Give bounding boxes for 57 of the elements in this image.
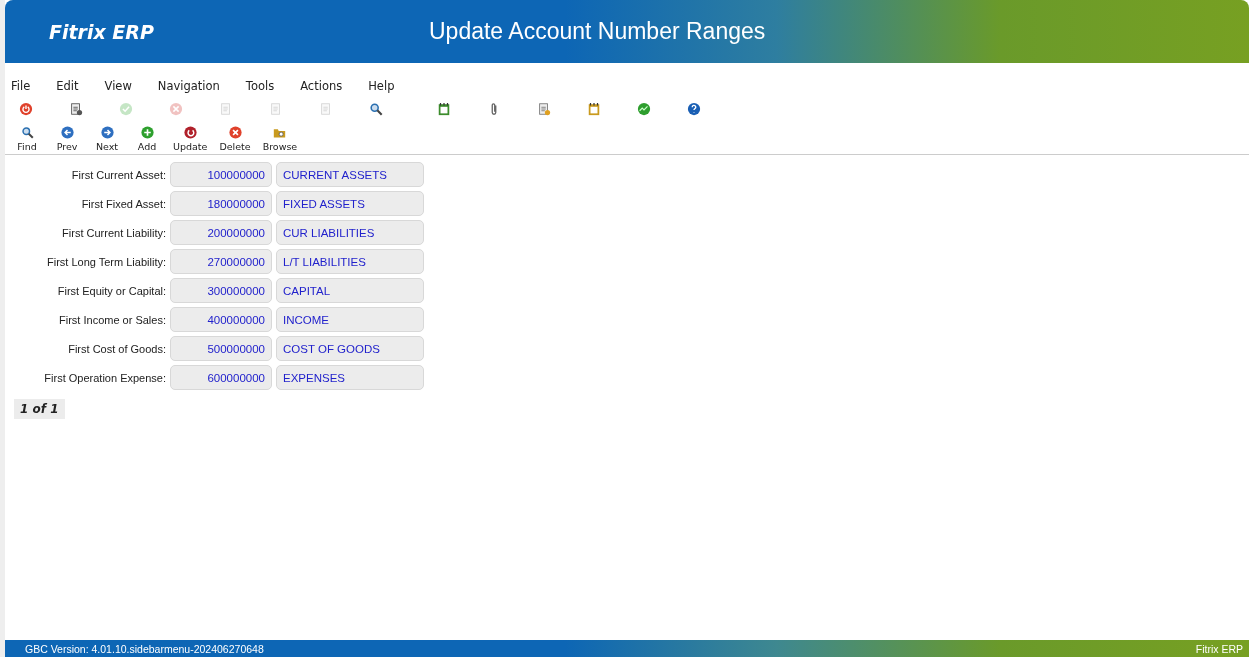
account-number-field[interactable]: 100000000 (170, 162, 272, 187)
menu-item[interactable]: Tools (245, 79, 275, 93)
field-label: First Income or Sales: (58, 313, 166, 326)
prev-button[interactable]: Prev (50, 126, 84, 154)
help-icon[interactable] (687, 102, 701, 116)
account-number-field[interactable]: 200000000 (170, 220, 272, 245)
menu-item[interactable]: Actions (300, 79, 343, 93)
account-number-field[interactable]: 600000000 (170, 365, 272, 390)
browse-button[interactable]: Browse (259, 126, 301, 154)
right-arrow-icon (100, 126, 114, 139)
menu-item[interactable]: Edit (56, 79, 79, 93)
document-icon[interactable] (69, 102, 83, 116)
menu-item[interactable]: File (11, 79, 31, 93)
account-number-field[interactable]: 270000000 (170, 249, 272, 274)
power-icon (183, 126, 197, 139)
record-counter: 1 of 1 (14, 399, 65, 419)
field-label: First Current Liability: (61, 226, 166, 239)
app-logo: Fitrix ERP (49, 20, 155, 43)
field-label: First Equity or Capital: (56, 284, 166, 297)
power-icon[interactable] (19, 102, 33, 116)
field-label: First Cost of Goods: (67, 342, 166, 355)
account-number-field[interactable]: 180000000 (170, 191, 272, 216)
field-label: First Operation Expense: (43, 371, 166, 384)
description-field[interactable]: INCOME (276, 307, 424, 332)
description-field[interactable]: CAPITAL (276, 278, 424, 303)
field-label: First Fixed Asset: (80, 197, 166, 210)
calendar-icon[interactable] (587, 102, 601, 116)
menu-item[interactable]: Help (368, 79, 395, 93)
version-text: GBC Version: 4.01.10.sidebarmenu-202406270648 (25, 642, 264, 655)
field-label: First Current Asset: (70, 168, 166, 181)
menu-item[interactable]: Navigation (157, 79, 220, 93)
search-icon[interactable] (369, 102, 383, 116)
field-label: First Long Term Liability: (46, 255, 166, 268)
folder-icon (273, 126, 287, 139)
plus-icon (140, 126, 154, 139)
description-field[interactable]: COST OF GOODS (276, 336, 424, 361)
page-title: Update Account Number Ranges (429, 18, 766, 45)
left-arrow-icon (60, 126, 74, 139)
description-field[interactable]: EXPENSES (276, 365, 424, 390)
close-icon (228, 126, 242, 139)
product-name: Fitrix ERP (1195, 642, 1243, 655)
description-field[interactable]: FIXED ASSETS (276, 191, 424, 216)
find-button[interactable]: Find (10, 126, 44, 154)
description-field[interactable]: L/T LIABILITIES (276, 249, 424, 274)
delete-button[interactable]: Delete (216, 126, 254, 154)
account-number-field[interactable]: 500000000 (170, 336, 272, 361)
search-icon (20, 126, 34, 139)
menu-item[interactable]: View (104, 79, 132, 93)
update-button[interactable]: Update (170, 126, 211, 154)
add-button[interactable]: Add (130, 126, 164, 154)
document-icon[interactable] (537, 102, 551, 116)
account-number-field[interactable]: 400000000 (170, 307, 272, 332)
next-button[interactable]: Next (90, 126, 124, 154)
description-field[interactable]: CURRENT ASSETS (276, 162, 424, 187)
account-number-field[interactable]: 300000000 (170, 278, 272, 303)
description-field[interactable]: CUR LIABILITIES (276, 220, 424, 245)
calendar-icon[interactable] (437, 102, 451, 116)
